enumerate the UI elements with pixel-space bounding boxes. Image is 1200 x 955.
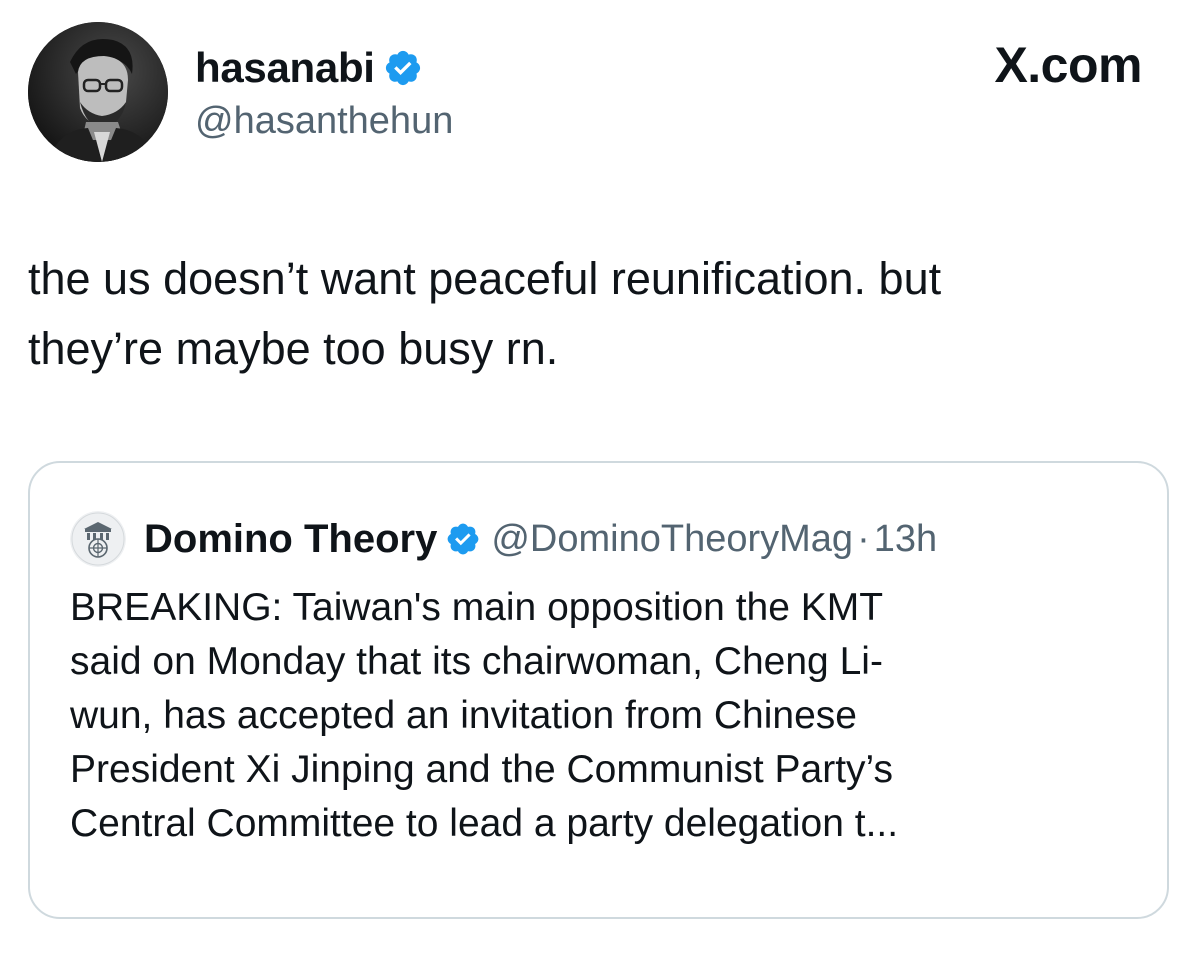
author-name-row: hasanabi: [195, 40, 423, 96]
author-name[interactable]: hasanabi: [195, 44, 375, 92]
verified-badge-icon: [445, 521, 481, 557]
tweet-text: the us doesn’t want peaceful reunificati…: [28, 244, 1168, 384]
verified-badge-icon: [383, 48, 423, 88]
tweet-text-line: they’re maybe too busy rn.: [28, 323, 559, 374]
quoted-tweet-card[interactable]: Domino Theory @DominoTheoryMag · 13h BRE…: [28, 461, 1169, 919]
quoted-author-name[interactable]: Domino Theory: [144, 517, 437, 562]
author-handle[interactable]: @hasanthehun: [195, 100, 453, 143]
tweet-header: hasanabi @hasanthehun X.com: [0, 0, 1200, 180]
quoted-text-line: BREAKING: Taiwan's main opposition the K…: [70, 586, 884, 629]
quoted-tweet-timestamp[interactable]: 13h: [874, 518, 937, 561]
quoted-text-line: President Xi Jinping and the Communist P…: [70, 748, 894, 791]
quoted-author-handle[interactable]: @DominoTheoryMag: [491, 518, 853, 561]
quoted-tweet-text: BREAKING: Taiwan's main opposition the K…: [70, 581, 1140, 851]
quoted-tweet-header: Domino Theory @DominoTheoryMag · 13h: [70, 509, 937, 569]
quoted-author-avatar-icon[interactable]: [70, 511, 126, 567]
tweet-text-line: the us doesn’t want peaceful reunificati…: [28, 253, 942, 304]
x-logo[interactable]: X.com: [994, 36, 1142, 94]
separator-dot: ·: [857, 517, 870, 560]
quoted-text-line: wun, has accepted an invitation from Chi…: [70, 694, 857, 737]
quoted-text-line: Central Committee to lead a party delega…: [70, 802, 899, 845]
author-avatar[interactable]: [28, 22, 168, 162]
quoted-text-line: said on Monday that its chairwoman, Chen…: [70, 640, 883, 683]
